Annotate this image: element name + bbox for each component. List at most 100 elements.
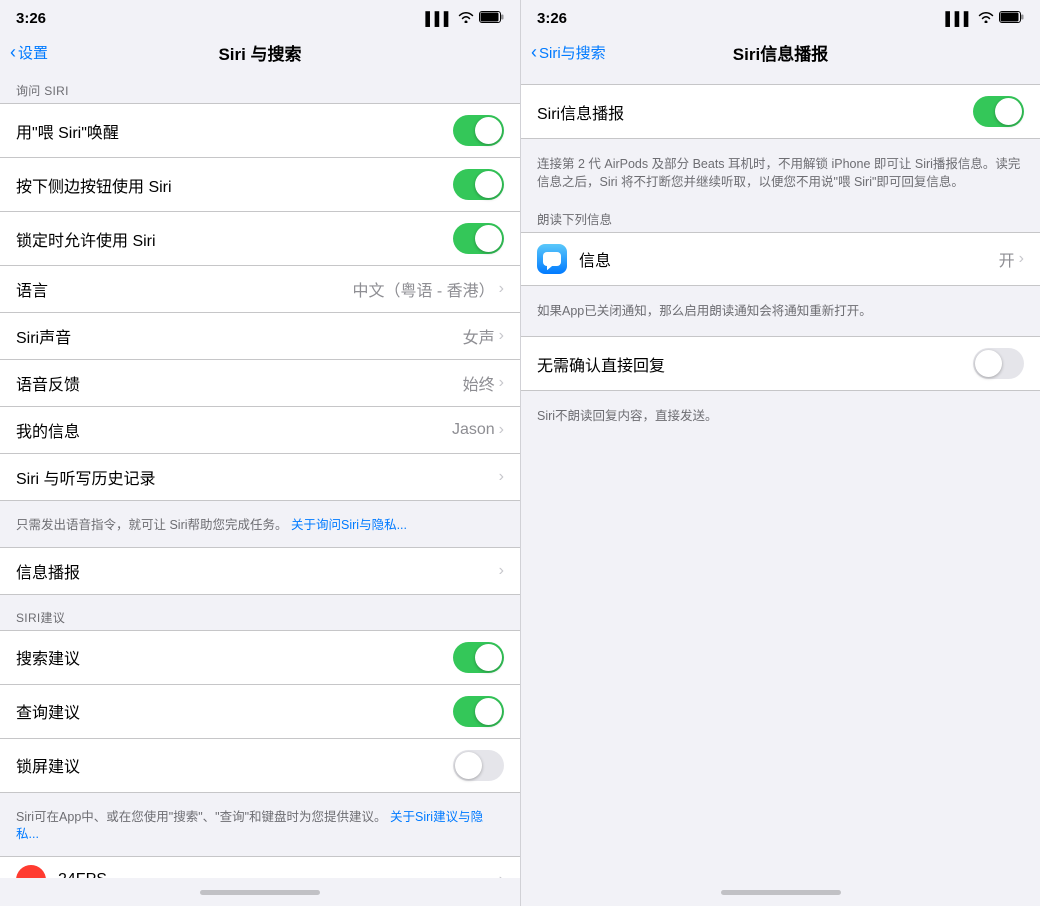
hey-siri-row[interactable]: 用"喂 Siri"唤醒 [0,104,520,158]
right-back-label: Siri与搜索 [539,42,606,63]
left-status-time: 3:26 [16,10,46,27]
siri-voice-row[interactable]: Siri声音 女声 › [0,313,520,360]
messages-chevron-icon: › [1019,250,1024,268]
right-phone-panel: 3:26 ▌▌▌ ‹ Siri与搜索 [520,0,1040,906]
siri-history-label: Siri 与听写历史记录 [16,465,499,489]
siri-history-row[interactable]: Siri 与听写历史记录 › [0,454,520,500]
right-nav-bar: ‹ Siri与搜索 Siri信息播报 [521,32,1040,76]
signal-icon: ▌▌▌ [425,11,453,26]
right-status-icons: ▌▌▌ [945,11,1024,26]
broadcast-group: 信息播报 › [0,547,520,595]
app-24fps-row[interactable]: ● 24FPS › [0,857,520,879]
hey-siri-toggle[interactable] [453,115,504,146]
left-back-button[interactable]: ‹ 设置 [10,42,48,63]
direct-reply-group: 无需确认直接回复 [521,336,1040,391]
lock-screen-label: 锁定时允许使用 Siri [16,227,453,251]
my-info-chevron-icon: › [499,421,504,439]
ask-siri-footer-text: 只需发出语音指令，就可让 Siri帮助您完成任务。 [16,518,288,532]
query-suggestions-toggle-thumb [475,698,502,725]
query-suggestions-label: 查询建议 [16,699,453,723]
right-home-indicator [521,878,1040,906]
side-button-row[interactable]: 按下侧边按钮使用 Siri [0,158,520,212]
left-nav-title: Siri 与搜索 [218,40,301,65]
right-back-button[interactable]: ‹ Siri与搜索 [531,42,606,63]
siri-suggestions-footer-text: Siri可在App中、或在您使用"搜索"、"查询"和键盘时为您提供建议。 [16,810,387,824]
lock-suggestions-toggle-thumb [455,752,482,779]
language-label: 语言 [16,277,352,301]
right-battery-icon [999,11,1024,26]
direct-reply-toggle-thumb [975,350,1002,377]
right-status-time: 3:26 [537,10,567,27]
messages-value: 开 [999,247,1015,271]
lock-suggestions-toggle[interactable] [453,750,504,781]
voice-feedback-value: 始终 [463,371,495,395]
siri-voice-label: Siri声音 [16,324,463,348]
hey-siri-label: 用"喂 Siri"唤醒 [16,119,453,143]
siri-suggestions-header: SIRI建议 [0,603,520,630]
right-back-chevron-icon: ‹ [531,43,537,61]
language-value: 中文（粤语 - 香港） [352,277,494,301]
search-suggestions-label: 搜索建议 [16,645,453,669]
read-list-label: 朗读下列信息 [521,203,1040,232]
side-button-toggle-thumb [475,171,502,198]
ask-siri-privacy-link[interactable]: 关于询问Siri与隐私... [291,518,407,532]
siri-broadcast-toggle-thumb [995,98,1022,125]
left-home-indicator [0,878,520,906]
messages-app-icon [537,244,567,274]
voice-feedback-row[interactable]: 语音反馈 始终 › [0,360,520,407]
hey-siri-toggle-thumb [475,117,502,144]
right-content: Siri信息播报 连接第 2 代 AirPods 及部分 Beats 耳机时，不… [521,76,1040,878]
side-button-toggle[interactable] [453,169,504,200]
my-info-value: Jason [452,421,495,439]
broadcast-chevron-icon: › [499,562,504,580]
search-suggestions-row[interactable]: 搜索建议 [0,631,520,685]
ask-siri-group: 用"喂 Siri"唤醒 按下侧边按钮使用 Siri 锁定时允许使用 Siri [0,103,520,501]
app-24fps-group: ● 24FPS › [0,856,520,879]
siri-broadcast-toggle-row[interactable]: Siri信息播报 [521,85,1040,138]
app-24fps-chevron-icon: › [499,871,504,879]
direct-reply-toggle[interactable] [973,348,1024,379]
siri-suggestions-group: 搜索建议 查询建议 锁屏建议 [0,630,520,793]
direct-reply-row[interactable]: 无需确认直接回复 [521,337,1040,390]
app-24fps-label: 24FPS [58,871,499,879]
lock-screen-toggle-thumb [475,225,502,252]
language-row[interactable]: 语言 中文（粤语 - 香港） › [0,266,520,313]
left-status-bar: 3:26 ▌▌▌ [0,0,520,32]
ask-siri-header: 询问 SIRI [0,76,520,103]
messages-row[interactable]: 信息 开 › [521,233,1040,285]
app-24fps-icon: ● [16,865,46,879]
siri-broadcast-toggle-label: Siri信息播报 [537,100,973,124]
siri-broadcast-toggle[interactable] [973,96,1024,127]
left-back-chevron-icon: ‹ [10,43,16,61]
wifi-icon [458,11,474,26]
lock-screen-row[interactable]: 锁定时允许使用 Siri [0,212,520,266]
siri-suggestions-footer: Siri可在App中、或在您使用"搜索"、"查询"和键盘时为您提供建议。 关于S… [0,801,520,856]
search-suggestions-toggle-thumb [475,644,502,671]
broadcast-label: 信息播报 [16,559,499,583]
right-home-bar [721,890,841,895]
right-top-spacer [521,76,1040,84]
siri-voice-value: 女声 [463,324,495,348]
right-signal-icon: ▌▌▌ [945,11,973,26]
search-suggestions-toggle[interactable] [453,642,504,673]
messages-label: 信息 [579,247,999,271]
battery-icon [479,11,504,26]
siri-voice-chevron-icon: › [499,327,504,345]
query-suggestions-toggle[interactable] [453,696,504,727]
messages-group: 信息 开 › [521,232,1040,286]
lock-suggestions-label: 锁屏建议 [16,753,453,777]
ask-siri-footer: 只需发出语音指令，就可让 Siri帮助您完成任务。 关于询问Siri与隐私... [0,509,520,547]
query-suggestions-row[interactable]: 查询建议 [0,685,520,739]
direct-reply-label: 无需确认直接回复 [537,352,973,376]
right-wifi-icon [978,11,994,26]
left-home-bar [200,890,320,895]
broadcast-row[interactable]: 信息播报 › [0,548,520,594]
right-nav-title: Siri信息播报 [733,40,828,65]
my-info-row[interactable]: 我的信息 Jason › [0,407,520,454]
broadcast-description: 连接第 2 代 AirPods 及部分 Beats 耳机时，不用解锁 iPhon… [521,147,1040,203]
voice-feedback-chevron-icon: › [499,374,504,392]
broadcast-toggle-group: Siri信息播报 [521,84,1040,139]
messages-bubble-icon [543,252,561,266]
lock-suggestions-row[interactable]: 锁屏建议 [0,739,520,792]
lock-screen-toggle[interactable] [453,223,504,254]
